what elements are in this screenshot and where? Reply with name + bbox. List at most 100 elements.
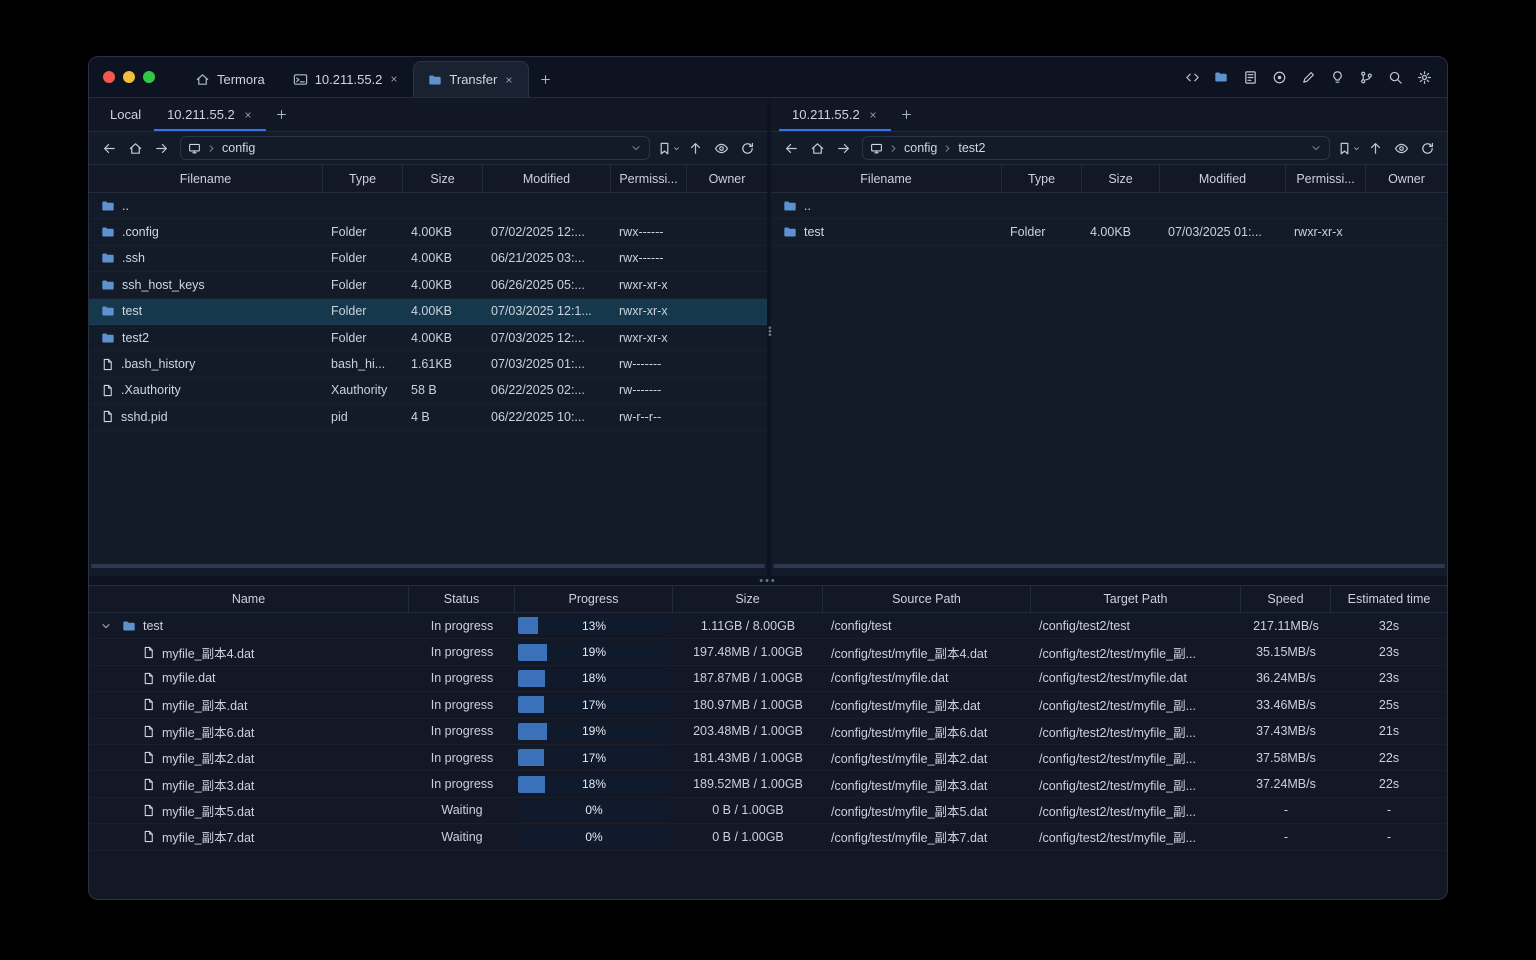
path-field[interactable]: config test2 (862, 136, 1330, 160)
path-segment[interactable]: config (904, 141, 937, 155)
close-icon[interactable] (389, 74, 399, 84)
transfer-speed: 33.46MB/s (1256, 697, 1316, 712)
add-panel-tab-button[interactable] (266, 98, 298, 131)
show-hidden-button[interactable] (709, 136, 733, 160)
column-header[interactable]: Permissi... (1286, 165, 1366, 192)
file-row[interactable]: test Folder 4.00KB 07/03/2025 01:... rwxr-xr… (771, 219, 1447, 245)
folder-icon[interactable] (1210, 66, 1232, 88)
branch-icon[interactable] (1355, 66, 1377, 88)
path-segment[interactable]: config (222, 141, 255, 155)
column-header[interactable]: Filename (771, 165, 1002, 192)
transfer-row[interactable]: myfile_副本5.dat Waiting 0% 0 B / 1.00GB/conf… (89, 798, 1447, 824)
show-hidden-button[interactable] (1389, 136, 1413, 160)
file-row[interactable]: .ssh Folder 4.00KB 06/21/2025 03:... rwx----… (89, 246, 767, 272)
file-modified: 07/03/2025 01:... (491, 357, 585, 372)
transfer-row[interactable]: test In progress 13% 1.11GB / 8.00GB/config… (89, 613, 1447, 639)
column-header[interactable]: Modified (1160, 165, 1286, 192)
transfer-column-header[interactable]: Progress (515, 586, 673, 612)
transfer-eta: 32s (1378, 618, 1400, 633)
file-row[interactable]: sshd.pid pid 4 B 06/22/2025 10:... rw-r--r-- (89, 404, 767, 430)
transfer-row[interactable]: myfile_副本2.dat In progress 17% 181.43MB / 1… (89, 745, 1447, 771)
transfer-row[interactable]: myfile_副本3.dat In progress 18% 189.52MB / 1… (89, 771, 1447, 797)
new-tab-button[interactable] (529, 61, 562, 97)
app-tab-10-211-55-2[interactable]: 10.211.55.2 (279, 61, 414, 97)
panel-splitter[interactable]: ••• (764, 98, 775, 576)
file-row[interactable]: .. (771, 193, 1447, 219)
transfer-row[interactable]: myfile_副本4.dat In progress 19% 197.48MB / 1… (89, 639, 1447, 665)
app-tab-bar: Termora 10.211.55.2 Transfer (181, 61, 562, 97)
record-icon[interactable] (1268, 66, 1290, 88)
upload-button[interactable] (1363, 136, 1387, 160)
chevron-down-icon[interactable] (97, 620, 115, 632)
transfer-column-header[interactable]: Size (673, 586, 823, 612)
close-icon[interactable] (504, 75, 514, 85)
progress-label: 18% (581, 777, 607, 792)
transfer-row[interactable]: myfile_副本6.dat In progress 19% 203.48MB / 1… (89, 719, 1447, 745)
path-field[interactable]: config (180, 136, 650, 160)
transfer-name-cell: myfile_副本.dat (89, 695, 409, 714)
panel-tab[interactable]: Local (97, 98, 154, 131)
column-header[interactable]: Owner (687, 165, 767, 192)
file-name: .config (122, 225, 159, 240)
panel-tab[interactable]: 10.211.55.2 (779, 98, 891, 131)
panel-tab[interactable]: 10.211.55.2 (154, 98, 266, 131)
file-row[interactable]: .. (89, 193, 767, 219)
column-header[interactable]: Owner (1366, 165, 1447, 192)
bookmark-button[interactable] (1337, 136, 1361, 160)
chevron-down-icon[interactable] (1310, 142, 1322, 154)
transfer-column-header[interactable]: Status (409, 586, 515, 612)
file-row[interactable]: test Folder 4.00KB 07/03/2025 12:1... rwxr-x… (89, 298, 767, 325)
horizontal-scrollbar[interactable] (91, 564, 765, 568)
column-header[interactable]: Type (323, 165, 403, 192)
transfer-column-header[interactable]: Estimated time (1331, 586, 1447, 612)
transfer-splitter[interactable]: ••• (89, 575, 1447, 586)
minimize-window-button[interactable] (123, 71, 135, 83)
column-header[interactable]: Modified (483, 165, 611, 192)
file-row[interactable]: .bash_history bash_hi... 1.61KB 07/03/2025 … (89, 351, 767, 377)
app-tab-transfer[interactable]: Transfer (413, 61, 530, 97)
file-row[interactable]: ssh_host_keys Folder 4.00KB 06/26/2025 05:.… (89, 272, 767, 298)
column-header[interactable]: Size (1082, 165, 1160, 192)
upload-button[interactable] (683, 136, 707, 160)
home-button[interactable] (123, 136, 147, 160)
file-row[interactable]: .config Folder 4.00KB 07/02/2025 12:... rwx-… (89, 219, 767, 245)
transfer-column-header[interactable]: Name (89, 586, 409, 612)
column-header[interactable]: Permissi... (611, 165, 687, 192)
settings-icon[interactable] (1413, 66, 1435, 88)
zoom-window-button[interactable] (143, 71, 155, 83)
column-header[interactable]: Size (403, 165, 483, 192)
add-panel-tab-button[interactable] (891, 98, 923, 131)
back-button[interactable] (97, 136, 121, 160)
bulb-icon[interactable] (1326, 66, 1348, 88)
close-icon[interactable] (868, 110, 878, 120)
transfer-row[interactable]: myfile_副本.dat In progress 17% 180.97MB / 1.… (89, 692, 1447, 718)
forward-button[interactable] (149, 136, 173, 160)
transfer-row[interactable]: myfile_副本7.dat Waiting 0% 0 B / 1.00GB/conf… (89, 824, 1447, 850)
transfer-column-header[interactable]: Source Path (823, 586, 1031, 612)
bookmark-button[interactable] (657, 136, 681, 160)
horizontal-scrollbar[interactable] (773, 564, 1445, 568)
file-row[interactable]: .Xauthority Xauthority 58 B 06/22/2025 02:.… (89, 378, 767, 404)
edit-icon[interactable] (1297, 66, 1319, 88)
column-header[interactable]: Filename (89, 165, 323, 192)
search-icon[interactable] (1384, 66, 1406, 88)
close-window-button[interactable] (103, 71, 115, 83)
path-segment[interactable]: test2 (958, 141, 985, 155)
refresh-button[interactable] (735, 136, 759, 160)
file-row[interactable]: test2 Folder 4.00KB 07/03/2025 12:... rwxr-x… (89, 325, 767, 351)
remote-panel-right: 10.211.55.2 config test2 Filename Type Size Mo… (771, 98, 1447, 576)
forward-button[interactable] (831, 136, 855, 160)
log-icon[interactable] (1239, 66, 1261, 88)
chevron-down-icon[interactable] (630, 142, 642, 154)
home-button[interactable] (805, 136, 829, 160)
back-button[interactable] (779, 136, 803, 160)
transfer-row[interactable]: myfile.dat In progress 18% 187.87MB / 1.00G… (89, 666, 1447, 692)
code-icon[interactable] (1181, 66, 1203, 88)
app-tab-termora[interactable]: Termora (181, 61, 279, 97)
close-icon[interactable] (243, 110, 253, 120)
transfer-column-header[interactable]: Target Path (1031, 586, 1241, 612)
progress-label: 0% (585, 803, 603, 818)
transfer-column-header[interactable]: Speed (1241, 586, 1331, 612)
column-header[interactable]: Type (1002, 165, 1082, 192)
refresh-button[interactable] (1415, 136, 1439, 160)
